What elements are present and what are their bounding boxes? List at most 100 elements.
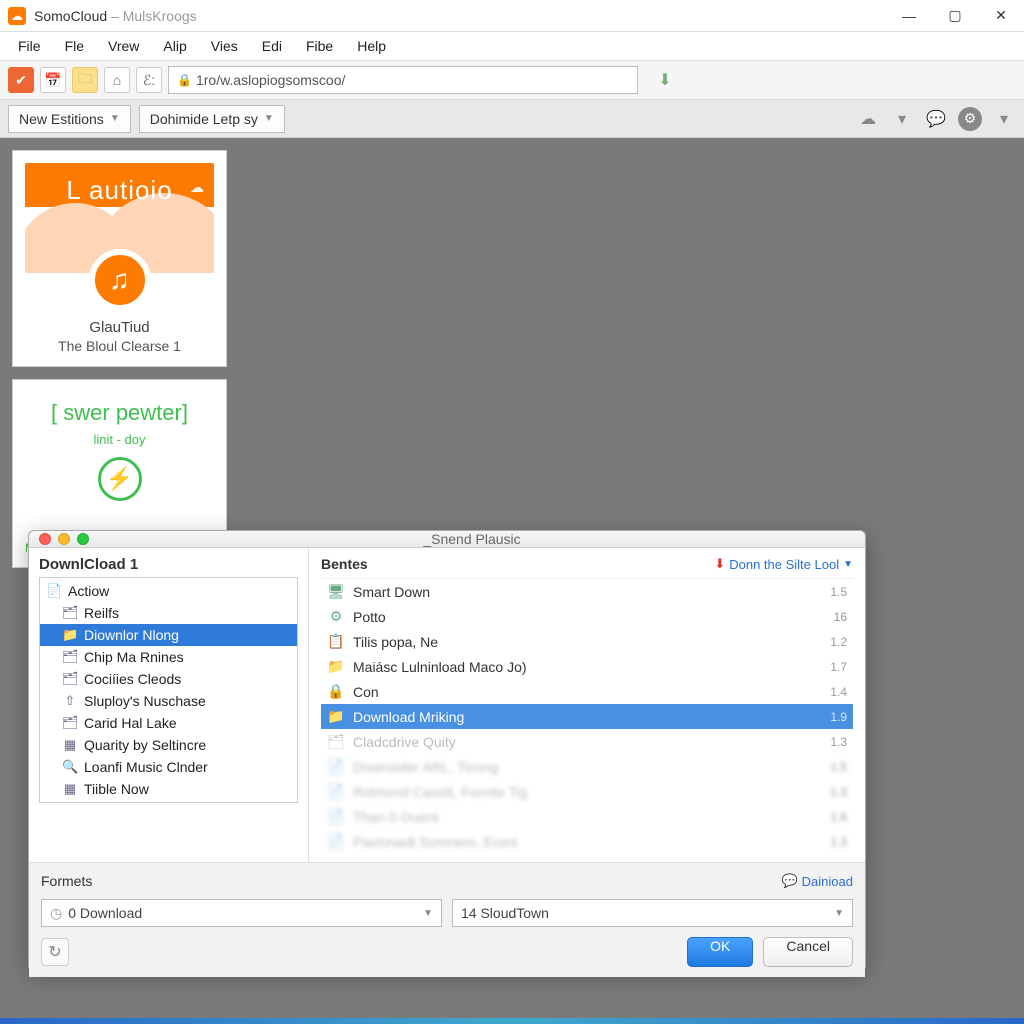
file-icon: 📄 — [327, 758, 345, 775]
zoom-traffic-icon[interactable] — [77, 533, 89, 545]
app-name: SomoCloud — [34, 8, 107, 24]
menu-vies[interactable]: Vies — [199, 34, 250, 58]
url-input[interactable]: 🔒 1ro/w.aslopiogsomscoo/ — [168, 66, 638, 94]
file-item[interactable]: 🗂Cladcdrive Quity1.3 — [321, 729, 853, 754]
tree-node[interactable]: 🗂Reilfs — [40, 602, 297, 624]
file-size: 1.9 — [830, 710, 847, 724]
file-item[interactable]: 📁Maiásc Lulninload Maco Jo)1.7 — [321, 654, 853, 679]
maximize-button[interactable]: ▢ — [932, 0, 978, 32]
folder-icon[interactable]: 🗀 — [72, 67, 98, 93]
file-size: 16 — [834, 610, 847, 624]
tree-node[interactable]: 🗂Carid Hal Lake — [40, 712, 297, 734]
calendar-icon[interactable]: 📅 — [40, 67, 66, 93]
file-label: Tilis popa, Ne — [353, 634, 438, 650]
tree-node[interactable]: ⇧Sluploy's Nuschase — [40, 690, 297, 712]
tree-node[interactable]: 🗂Chip Ma Rnines — [40, 646, 297, 668]
toolbar: ✔ 📅 🗀 ⌂ ℰ: 🔒 1ro/w.aslopiogsomscoo/ ⬇ — [0, 60, 1024, 100]
file-item[interactable]: 📄Than 0 Ouent1.6 — [321, 804, 853, 829]
selects-row: ◷ 0 Download ▼ 14 SloudTown ▼ — [41, 899, 853, 927]
file-icon: 📄 — [327, 783, 345, 800]
menu-bar: File Fle Vrew Alip Vies Edi Fibe Help — [0, 32, 1024, 60]
window-title: SomoCloud – MulsKroogs — [34, 8, 197, 24]
ok-button[interactable]: OK — [687, 937, 753, 967]
tree-node[interactable]: 🔍 Loanfi Music Clnder — [40, 756, 297, 778]
folder-icon: 🔍 — [62, 759, 78, 775]
chevron-down-icon[interactable]: ▾ — [890, 107, 914, 131]
main-header: Bentes — [321, 556, 368, 572]
dialog-body: DownlCload 1 📄Actiow🗂Reilfs📁Diownlor Nlo… — [29, 548, 865, 863]
traffic-lights — [39, 533, 89, 545]
menu-file[interactable]: File — [6, 34, 53, 58]
tree-node[interactable]: ▦ Quarity by Seltincre — [40, 734, 297, 756]
cancel-button[interactable]: Cancel — [763, 937, 853, 967]
file-label: Downsider ARL, Ticong — [353, 759, 499, 775]
file-icon: 🔒 — [327, 683, 345, 700]
file-item[interactable]: 📄Pavionadt Somnero, Eront1.3 — [321, 829, 853, 854]
gear-icon[interactable]: ⚙ — [958, 107, 982, 131]
dialog-main: Bentes ⬇ Donn the Silte Lool ▼ 🖥Smart Do… — [309, 548, 865, 862]
menu-fibe[interactable]: Fibe — [294, 34, 345, 58]
close-button[interactable]: ✕ — [978, 0, 1024, 32]
file-label: Pavionadt Somnero, Eront — [353, 834, 517, 850]
tree-node-label: Cociíies Cleods — [84, 671, 181, 687]
dialog-titlebar[interactable]: _Snend Plausic — [29, 531, 865, 548]
format-select-1[interactable]: ◷ 0 Download ▼ — [41, 899, 442, 927]
folder-icon: ▦ — [62, 737, 78, 753]
save-dialog: _Snend Plausic DownlCload 1 📄Actiow🗂Reil… — [28, 530, 866, 970]
menu-alip[interactable]: Alip — [151, 34, 198, 58]
file-item[interactable]: 📄 Downsider ARL, Ticong 1.5 — [321, 754, 853, 779]
cloud-icon[interactable]: ☁ — [856, 107, 880, 131]
file-item[interactable]: 🔒Con1.4 — [321, 679, 853, 704]
file-icon: 🖥 — [327, 583, 345, 600]
play-circle-icon[interactable]: ♫ — [89, 249, 151, 311]
file-item[interactable]: 📄Rolmond Casott, Fonnte Tig1.3 — [321, 779, 853, 804]
file-size: 1.7 — [830, 660, 847, 674]
tree-node[interactable]: ▦Tiible Now — [40, 778, 297, 800]
file-size: 1.5 — [830, 760, 847, 774]
tree-node[interactable]: 📁Diownlor Nlong — [40, 624, 297, 646]
power-icon[interactable]: ⚡ — [98, 457, 142, 501]
menu-edit[interactable]: Edi — [250, 34, 294, 58]
tree-node[interactable]: 🗂Cociíies Cleods — [40, 668, 297, 690]
download-hint-label: Dainioad — [802, 874, 853, 889]
info-icon[interactable]: ℰ: — [136, 67, 162, 93]
album-card[interactable]: L autioio ☁ ♫ GlauTiud The Bloul Clearse… — [12, 150, 227, 367]
tree-node[interactable]: 📄Actiow — [40, 580, 297, 602]
dohimide-dropdown[interactable]: Dohimide Letp sy ▼ — [139, 105, 285, 133]
menu-view[interactable]: Vrew — [96, 34, 151, 58]
menu-help[interactable]: Help — [345, 34, 398, 58]
download-hint[interactable]: 💬 Dainioad — [781, 873, 853, 889]
site-tool-dropdown[interactable]: ⬇ Donn the Silte Lool ▼ — [714, 556, 853, 572]
file-item[interactable]: 🖥Smart Down1.5 — [321, 579, 853, 604]
album-title: GlauTiud — [25, 319, 214, 336]
chevron-down-icon[interactable]: ▾ — [992, 107, 1016, 131]
file-label: Than 0 Ouent — [353, 809, 439, 825]
file-item[interactable]: 📁Download Mriking1.9 — [321, 704, 853, 729]
home-icon[interactable]: ⌂ — [104, 67, 130, 93]
menu-fle[interactable]: Fle — [53, 34, 96, 58]
shield-icon[interactable]: ✔ — [8, 67, 34, 93]
chevron-down-icon: ▼ — [843, 559, 853, 570]
file-icon: 🗂 — [327, 733, 345, 750]
file-size: 1.4 — [830, 685, 847, 699]
formats-label: Formets — [41, 873, 92, 889]
file-icon: 📄 — [327, 808, 345, 825]
file-list: 🖥Smart Down1.5⚙Potto16📋Tilis popa, Ne1.2… — [321, 578, 853, 854]
file-icon: ⚙ — [327, 608, 345, 625]
tree-node-label: Loanfi Music Clnder — [84, 759, 208, 775]
new-editions-dropdown[interactable]: New Estitions ▼ — [8, 105, 131, 133]
refresh-icon[interactable]: ↻ — [41, 938, 69, 966]
minimize-traffic-icon[interactable] — [58, 533, 70, 545]
file-item[interactable]: 📋Tilis popa, Ne1.2 — [321, 629, 853, 654]
file-icon: 📁 — [327, 658, 345, 675]
format-select-2[interactable]: 14 SloudTown ▼ — [452, 899, 853, 927]
folder-icon: 📁 — [62, 627, 78, 643]
file-item[interactable]: ⚙Potto16 — [321, 604, 853, 629]
window-subtitle: – MulsKroogs — [111, 8, 197, 24]
tree-node-label: Quarity by Seltincre — [84, 737, 206, 753]
download-icon[interactable]: ⬇ — [652, 67, 678, 93]
minimize-button[interactable]: — — [886, 0, 932, 32]
chat-icon[interactable]: 💬 — [924, 107, 948, 131]
close-traffic-icon[interactable] — [39, 533, 51, 545]
tree-node-label: Chip Ma Rnines — [84, 649, 184, 665]
